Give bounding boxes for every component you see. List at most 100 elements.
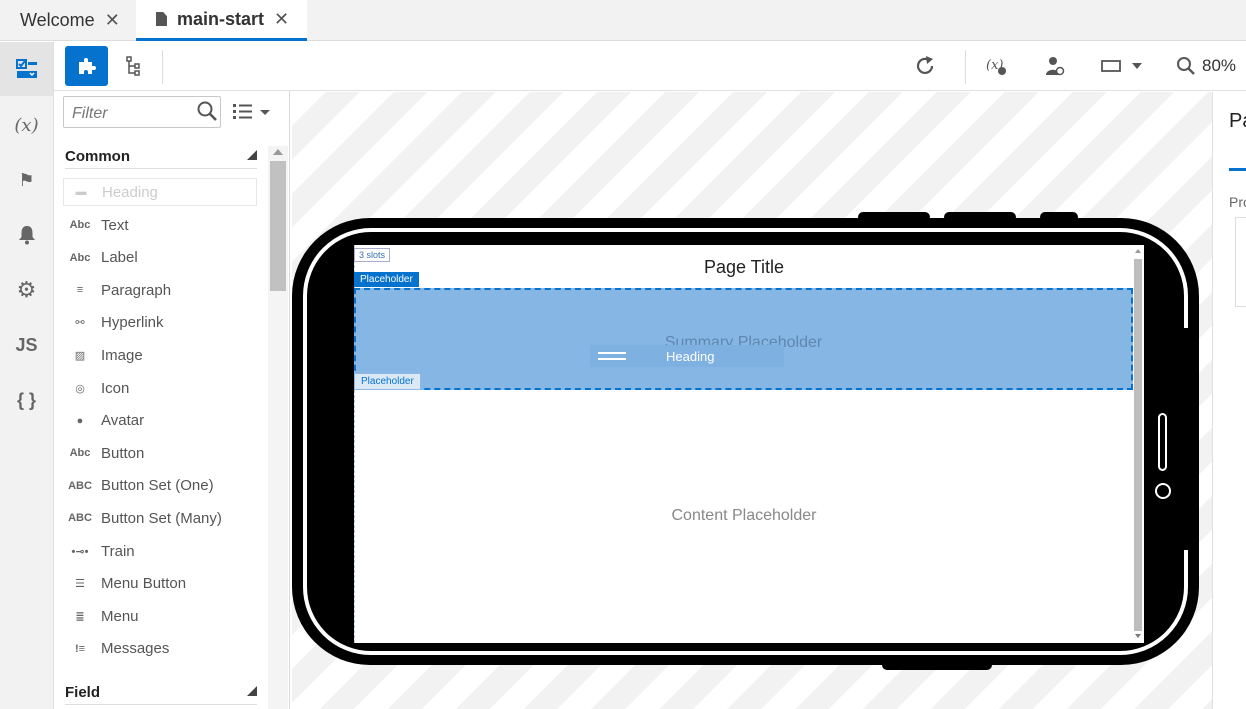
components-palette: Filter Common ▬ Heading Abc Text Abc Label ≡… bbox=[54, 91, 290, 709]
page-preview[interactable]: 3 slots Page Title Summary Placeholder H… bbox=[354, 245, 1144, 643]
filter-input[interactable]: Filter bbox=[63, 96, 221, 128]
close-icon[interactable]: ✕ bbox=[274, 9, 289, 30]
rail-json[interactable]: { } bbox=[0, 373, 53, 427]
designer-toolbar: (x) 80% bbox=[54, 42, 1246, 91]
palette-item-text[interactable]: Abc Text bbox=[69, 211, 259, 239]
rail-events[interactable]: ⚑ bbox=[0, 153, 53, 207]
palette-item-icon[interactable]: ◎ Icon bbox=[69, 374, 259, 402]
rail-notifications[interactable] bbox=[0, 208, 53, 262]
javascript-icon: JS bbox=[15, 334, 38, 355]
tab-main-start[interactable]: main-start ✕ bbox=[136, 0, 307, 41]
phone-button-icon bbox=[1158, 413, 1167, 471]
rail-settings[interactable]: ⚙ bbox=[0, 263, 53, 317]
palette-item-heading-ghost: ▬ Heading bbox=[63, 178, 257, 206]
image-icon: ▨ bbox=[74, 349, 86, 362]
label-icon: Abc bbox=[69, 251, 91, 264]
palette-scroll-thumb[interactable] bbox=[270, 161, 286, 291]
palette-item-label: Heading bbox=[102, 183, 158, 201]
components-button[interactable] bbox=[65, 46, 108, 86]
palette-item-label: Train bbox=[101, 542, 135, 560]
rail-javascript[interactable]: JS bbox=[0, 318, 53, 372]
section-common[interactable]: Common bbox=[65, 148, 257, 169]
placeholder-tag[interactable]: Placeholder bbox=[354, 272, 419, 287]
palette-item-label: Image bbox=[101, 346, 143, 364]
refresh-icon bbox=[916, 56, 934, 75]
page-title[interactable]: Page Title bbox=[354, 257, 1134, 278]
tab-welcome[interactable]: Welcome ✕ bbox=[0, 0, 136, 41]
section-field[interactable]: Field bbox=[65, 684, 257, 705]
palette-item-label[interactable]: Abc Label bbox=[69, 244, 259, 272]
phone-home-icon bbox=[1155, 483, 1171, 499]
placeholder-tag[interactable]: Placeholder bbox=[354, 373, 421, 390]
zoom-control[interactable]: 80% bbox=[1176, 46, 1242, 86]
button-icon: Abc bbox=[69, 447, 91, 460]
device-icon bbox=[1101, 60, 1142, 72]
palette-item-menu[interactable]: ≣ Menu bbox=[69, 602, 259, 630]
palette-item-hyperlink[interactable]: ⚯ Hyperlink bbox=[69, 309, 259, 337]
palette-item-button-set-many[interactable]: ABC Button Set (Many) bbox=[68, 504, 259, 532]
palette-item-button-set-one[interactable]: ABC Button Set (One) bbox=[68, 472, 259, 500]
close-icon[interactable]: ✕ bbox=[105, 10, 120, 31]
palette-item-label: Label bbox=[101, 249, 138, 267]
user-button[interactable] bbox=[1040, 46, 1070, 86]
palette-item-button[interactable]: Abc Button bbox=[69, 439, 259, 467]
variables-icon: (x) bbox=[14, 114, 39, 136]
json-icon: { } bbox=[16, 389, 36, 410]
tab-bar: Welcome ✕ main-start ✕ bbox=[0, 0, 1246, 41]
tab-welcome-label: Welcome bbox=[20, 10, 95, 30]
tree-icon bbox=[126, 56, 140, 76]
refresh-button[interactable] bbox=[909, 46, 941, 86]
properties-title: Pa bbox=[1229, 110, 1246, 132]
file-icon bbox=[156, 12, 167, 26]
variables-button[interactable]: (x) bbox=[982, 46, 1012, 86]
bell-icon bbox=[18, 226, 35, 245]
drag-ghost-heading: Heading bbox=[590, 345, 784, 367]
user-icon bbox=[1046, 57, 1065, 76]
rail-variables[interactable]: (x) bbox=[0, 98, 53, 152]
paragraph-icon: ≡ bbox=[76, 284, 84, 297]
scroll-down-icon[interactable] bbox=[1135, 634, 1141, 638]
properties-panel: Pa Pro bbox=[1212, 92, 1246, 709]
preview-scrollbar[interactable] bbox=[1134, 259, 1142, 631]
palette-item-label: Menu bbox=[101, 607, 139, 625]
palette-item-label: Text bbox=[101, 216, 129, 234]
palette-item-paragraph[interactable]: ≡ Paragraph bbox=[69, 276, 259, 304]
palette-item-label: Hyperlink bbox=[101, 314, 164, 332]
flag-icon: ⚑ bbox=[18, 169, 35, 190]
page-designer-icon bbox=[15, 59, 37, 78]
left-rail: (x) ⚑ ⚙ JS { } bbox=[0, 42, 54, 709]
scroll-up-icon[interactable] bbox=[273, 149, 283, 155]
list-view-dropdown[interactable] bbox=[232, 103, 274, 126]
avatar-icon: ● bbox=[76, 414, 84, 427]
palette-item-messages[interactable]: !≡ Messages bbox=[69, 635, 259, 663]
section-common-label: Common bbox=[65, 148, 130, 165]
search-icon[interactable] bbox=[196, 100, 218, 127]
text-icon: Abc bbox=[69, 219, 91, 231]
structure-button[interactable] bbox=[118, 46, 150, 86]
menu-icon: ≣ bbox=[75, 610, 85, 623]
design-canvas[interactable]: 3 slots Page Title Summary Placeholder H… bbox=[292, 92, 1212, 709]
device-dropdown[interactable] bbox=[1097, 46, 1147, 86]
zoom-level: 80% bbox=[1202, 56, 1237, 75]
collapse-icon bbox=[247, 150, 257, 160]
properties-box[interactable] bbox=[1235, 217, 1246, 307]
palette-item-train[interactable]: •⊸• Train bbox=[69, 537, 259, 565]
rail-page-designer[interactable] bbox=[0, 42, 53, 96]
puzzle-icon bbox=[78, 58, 96, 74]
variables-icon: (x) bbox=[986, 58, 1006, 75]
palette-item-label: Icon bbox=[101, 379, 130, 397]
summary-drop-zone[interactable]: Summary Placeholder Heading bbox=[354, 288, 1133, 390]
palette-item-avatar[interactable]: ● Avatar bbox=[69, 407, 259, 435]
heading-icon bbox=[598, 352, 626, 360]
drag-ghost-label: Heading bbox=[666, 348, 715, 364]
palette-item-label: Button Set (Many) bbox=[101, 509, 222, 527]
menu-button-icon: ☰ bbox=[75, 578, 85, 591]
list-view-icon bbox=[233, 104, 270, 119]
section-field-label: Field bbox=[65, 684, 101, 701]
palette-item-label: Messages bbox=[101, 640, 170, 658]
palette-item-image[interactable]: ▨ Image bbox=[69, 341, 259, 369]
palette-item-menu-button[interactable]: ☰ Menu Button bbox=[69, 570, 259, 598]
scroll-up-icon[interactable] bbox=[1135, 249, 1141, 253]
heading-icon: ▬ bbox=[75, 186, 87, 198]
link-icon: ⚯ bbox=[75, 317, 85, 330]
